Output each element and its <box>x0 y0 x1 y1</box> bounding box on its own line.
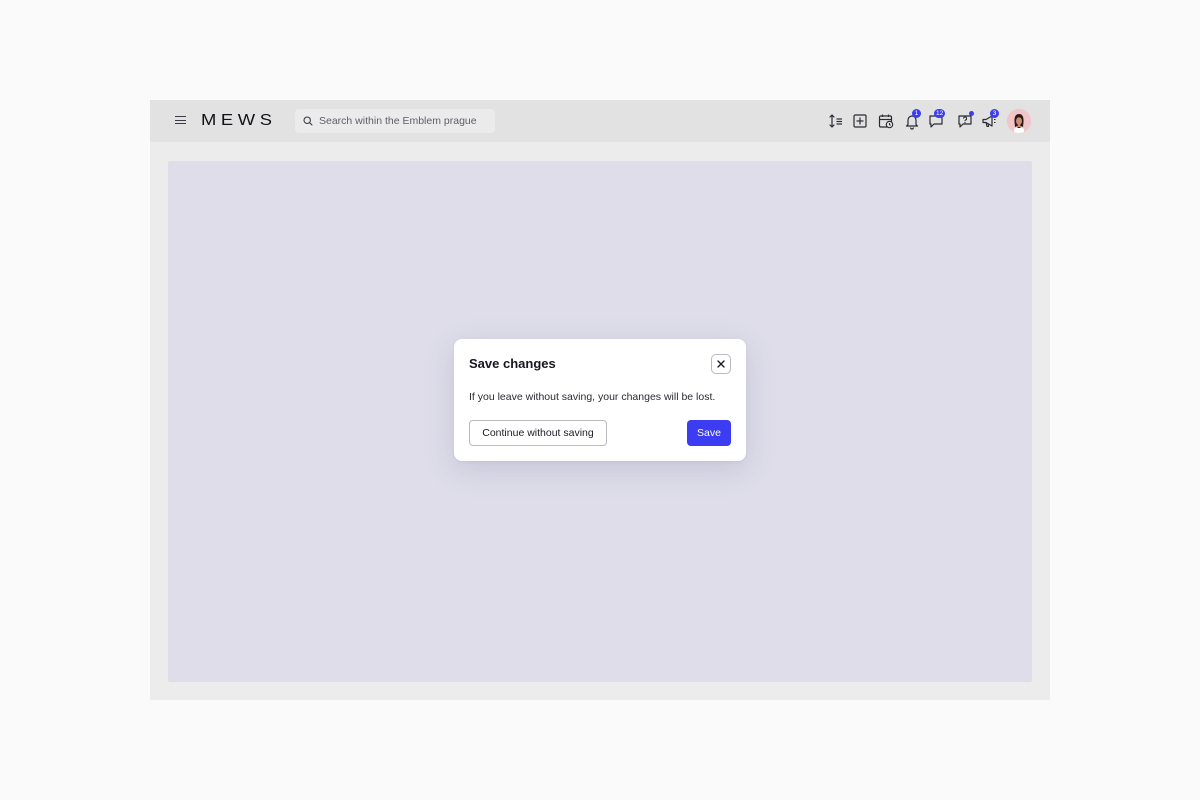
save-changes-dialog: Save changes If you leave without saving… <box>454 339 746 461</box>
messages-badge: 12 <box>934 109 946 118</box>
dialog-message: If you leave without saving, your change… <box>469 391 716 403</box>
close-icon <box>717 360 725 368</box>
calendar-clock-icon[interactable] <box>877 112 895 130</box>
announcements-badge: 3 <box>990 109 999 118</box>
sort-lines-icon[interactable] <box>827 112 845 130</box>
bell-icon[interactable]: 1 <box>903 109 921 130</box>
help-chat-icon[interactable] <box>956 111 974 130</box>
mews-logo[interactable]: MEWS <box>201 112 277 130</box>
chat-bubble-icon[interactable]: 12 <box>927 109 946 130</box>
search-placeholder: Search within the Emblem prague <box>319 115 477 127</box>
add-square-icon[interactable] <box>851 112 869 130</box>
top-navigation-bar: MEWS Search within the Emblem prague 1 1… <box>150 100 1050 142</box>
user-avatar[interactable] <box>1007 109 1031 133</box>
search-icon <box>303 116 313 126</box>
search-input[interactable]: Search within the Emblem prague <box>295 109 495 133</box>
dialog-title: Save changes <box>469 356 556 371</box>
notification-badge: 1 <box>912 109 921 118</box>
save-button[interactable]: Save <box>687 420 731 446</box>
hamburger-menu-icon[interactable] <box>175 115 186 125</box>
close-button[interactable] <box>711 354 731 374</box>
help-indicator-dot <box>969 111 974 116</box>
megaphone-icon[interactable]: 3 <box>980 109 999 130</box>
continue-without-saving-button[interactable]: Continue without saving <box>469 420 607 446</box>
